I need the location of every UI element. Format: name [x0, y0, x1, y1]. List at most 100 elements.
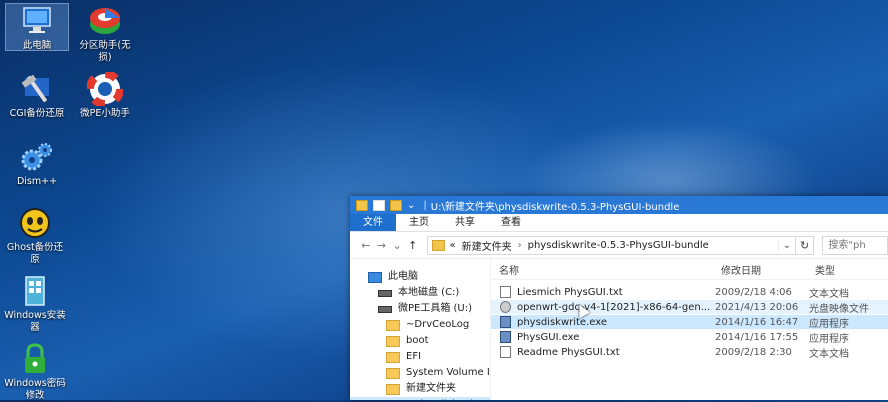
- up-arrow-icon[interactable]: ↑: [405, 239, 421, 252]
- text-file-icon: [500, 346, 511, 358]
- text-file-icon: [500, 286, 511, 298]
- tree-item-boot[interactable]: boot: [350, 333, 490, 349]
- folder-icon: [386, 367, 400, 379]
- desktop-icon-label: 微PE小助手: [80, 108, 130, 119]
- desktop-icon-label: Dism++: [16, 176, 58, 187]
- desktop-icon-cgi-backup[interactable]: CGI备份还原: [6, 72, 68, 120]
- tree-item-label: 本地磁盘 (C:): [398, 287, 460, 298]
- file-list: 名称 修改日期 类型 Liesmich PhysGUI.txt 2009/2/1…: [490, 259, 888, 400]
- file-row[interactable]: PhysGUI.exe 2014/1/16 17:55 应用程序: [491, 330, 888, 345]
- tree-item-label: 此电脑: [388, 271, 418, 282]
- windows-installer-icon: [17, 274, 53, 308]
- explorer-window[interactable]: ⌄ | U:\新建文件夹\physdiskwrite-0.5.3-PhysGUI…: [350, 196, 888, 400]
- folder-icon: [386, 383, 400, 395]
- partition-icon: [87, 4, 123, 38]
- breadcrumb-new-folder[interactable]: 新建文件夹: [462, 238, 512, 253]
- folder-icon: [386, 319, 400, 331]
- tree-item-new-folder[interactable]: 新建文件夹: [350, 381, 490, 397]
- desktop-icon-label: Ghost备份还原: [6, 242, 64, 265]
- window-title: U:\新建文件夹\physdiskwrite-0.5.3-PhysGUI-bun…: [430, 201, 680, 213]
- desktop-icon-dism[interactable]: Dism++: [6, 140, 68, 188]
- column-header-type[interactable]: 类型: [815, 262, 835, 277]
- breadcrumb-bundle-folder[interactable]: physdiskwrite-0.5.3-PhysGUI-bundle: [528, 240, 709, 251]
- title-bar[interactable]: ⌄ | U:\新建文件夹\physdiskwrite-0.5.3-PhysGUI…: [350, 196, 888, 214]
- desktop-icon-partition-assistant[interactable]: 分区助手(无损): [74, 4, 136, 64]
- application-icon: [500, 316, 511, 328]
- new-folder-icon[interactable]: [390, 199, 402, 211]
- desktop-icon-label: Windows安装器: [4, 310, 66, 333]
- computer-icon: [368, 271, 382, 283]
- tab-home[interactable]: 主页: [396, 214, 442, 231]
- desktop-icon-wepe-helper[interactable]: 微PE小助手: [74, 70, 136, 120]
- file-row[interactable]: Liesmich PhysGUI.txt 2009/2/18 4:06 文本文档: [491, 285, 888, 300]
- desktop-icon-label: 此电脑: [22, 40, 52, 51]
- folder-icon: [356, 199, 368, 211]
- file-row[interactable]: physdiskwrite.exe 2014/1/16 16:47 应用程序: [491, 315, 888, 330]
- title-separator: |: [423, 199, 427, 211]
- file-type: 应用程序: [809, 333, 849, 345]
- file-type: 光盘映像文件: [809, 303, 869, 315]
- tree-item-this-pc[interactable]: 此电脑: [350, 269, 490, 285]
- refresh-icon[interactable]: ↻: [795, 235, 815, 255]
- file-type: 文本文档: [809, 348, 849, 360]
- tree-item-efi[interactable]: EFI: [350, 349, 490, 365]
- disc-image-icon: [500, 301, 511, 313]
- file-name: Readme PhysGUI.txt: [517, 346, 620, 358]
- column-header-name[interactable]: 名称: [491, 262, 721, 277]
- ghost-icon: [17, 206, 53, 240]
- tree-item-system-volume[interactable]: System Volume I: [350, 365, 490, 381]
- tab-share[interactable]: 共享: [442, 214, 488, 231]
- tab-file[interactable]: 文件: [350, 214, 396, 231]
- tree-item-drive-c[interactable]: 本地磁盘 (C:): [350, 285, 490, 301]
- tree-item-drive-u[interactable]: 微PE工具箱 (U:): [350, 301, 490, 317]
- file-date: 2014/1/16 17:55: [715, 331, 799, 343]
- ribbon-tabs: 文件 主页 共享 查看: [350, 214, 888, 232]
- lock-icon: [17, 342, 53, 376]
- desktop-icon-windows-password[interactable]: Windows密码修改: [4, 342, 66, 402]
- tree-item-drvceolog[interactable]: ~DrvCeoLog: [350, 317, 490, 333]
- folder-icon: [386, 335, 400, 347]
- usb-drive-icon: [378, 305, 392, 313]
- file-date: 2009/2/18 2:30: [715, 346, 792, 358]
- file-date: 2014/1/16 16:47: [715, 316, 799, 328]
- tree-item-label: ~DrvCeoLog: [406, 319, 470, 330]
- folder-icon: [431, 239, 445, 251]
- file-type: 应用程序: [809, 318, 849, 330]
- navigation-pane: 此电脑 本地磁盘 (C:) 微PE工具箱 (U:) ~DrvCeoLog boo…: [350, 259, 490, 400]
- file-date: 2009/2/18 4:06: [715, 286, 792, 298]
- desktop-icon-windows-installer[interactable]: Windows安装器: [4, 274, 66, 334]
- desktop-icon-this-pc[interactable]: 此电脑: [5, 3, 69, 51]
- hammer-icon: [19, 72, 55, 106]
- gears-icon: [19, 140, 55, 174]
- file-name: PhysGUI.exe: [517, 331, 580, 343]
- file-name: openwrt-gdq-v4-1[2021]-x86-64-gen...: [517, 301, 711, 313]
- application-icon: [500, 331, 511, 343]
- column-header-date[interactable]: 修改日期: [721, 262, 815, 277]
- quick-access-dropdown-icon[interactable]: ⌄: [407, 200, 415, 211]
- file-row[interactable]: Readme PhysGUI.txt 2009/2/18 2:30 文本文档: [491, 345, 888, 360]
- file-row[interactable]: openwrt-gdq-v4-1[2021]-x86-64-gen... 202…: [491, 300, 888, 315]
- chevron-right-icon[interactable]: ›: [518, 240, 522, 251]
- desktop-icon-label: 分区助手(无损): [79, 40, 131, 63]
- tree-item-label: boot: [406, 335, 429, 346]
- tree-item-label: 新建文件夹: [406, 383, 456, 394]
- tree-item-label: EFI: [406, 351, 422, 362]
- column-headers: 名称 修改日期 类型: [491, 259, 888, 280]
- desktop-icon-label: Windows密码修改: [4, 378, 66, 401]
- search-input[interactable]: 搜索"ph: [822, 235, 888, 255]
- properties-icon[interactable]: [373, 199, 385, 211]
- file-name: Liesmich PhysGUI.txt: [517, 286, 623, 298]
- tab-view[interactable]: 查看: [488, 214, 534, 231]
- lifebuoy-icon: [86, 70, 124, 108]
- desktop-icon-ghost-backup[interactable]: Ghost备份还原: [4, 206, 66, 266]
- address-dropdown-icon[interactable]: ⌄: [777, 239, 795, 251]
- forward-arrow-icon[interactable]: →: [374, 239, 390, 252]
- recent-locations-dropdown-icon[interactable]: ⌄: [389, 239, 405, 252]
- file-type: 文本文档: [809, 288, 849, 300]
- navigation-bar: ← → ⌄ ↑ « 新建文件夹 › physdiskwrite-0.5.3-Ph…: [350, 232, 888, 259]
- back-arrow-icon[interactable]: ←: [358, 239, 374, 252]
- address-overflow[interactable]: «: [450, 240, 456, 251]
- drive-icon: [378, 289, 392, 297]
- address-bar[interactable]: « 新建文件夹 › physdiskwrite-0.5.3-PhysGUI-bu…: [426, 235, 796, 255]
- tree-item-label: 微PE工具箱 (U:): [398, 303, 473, 314]
